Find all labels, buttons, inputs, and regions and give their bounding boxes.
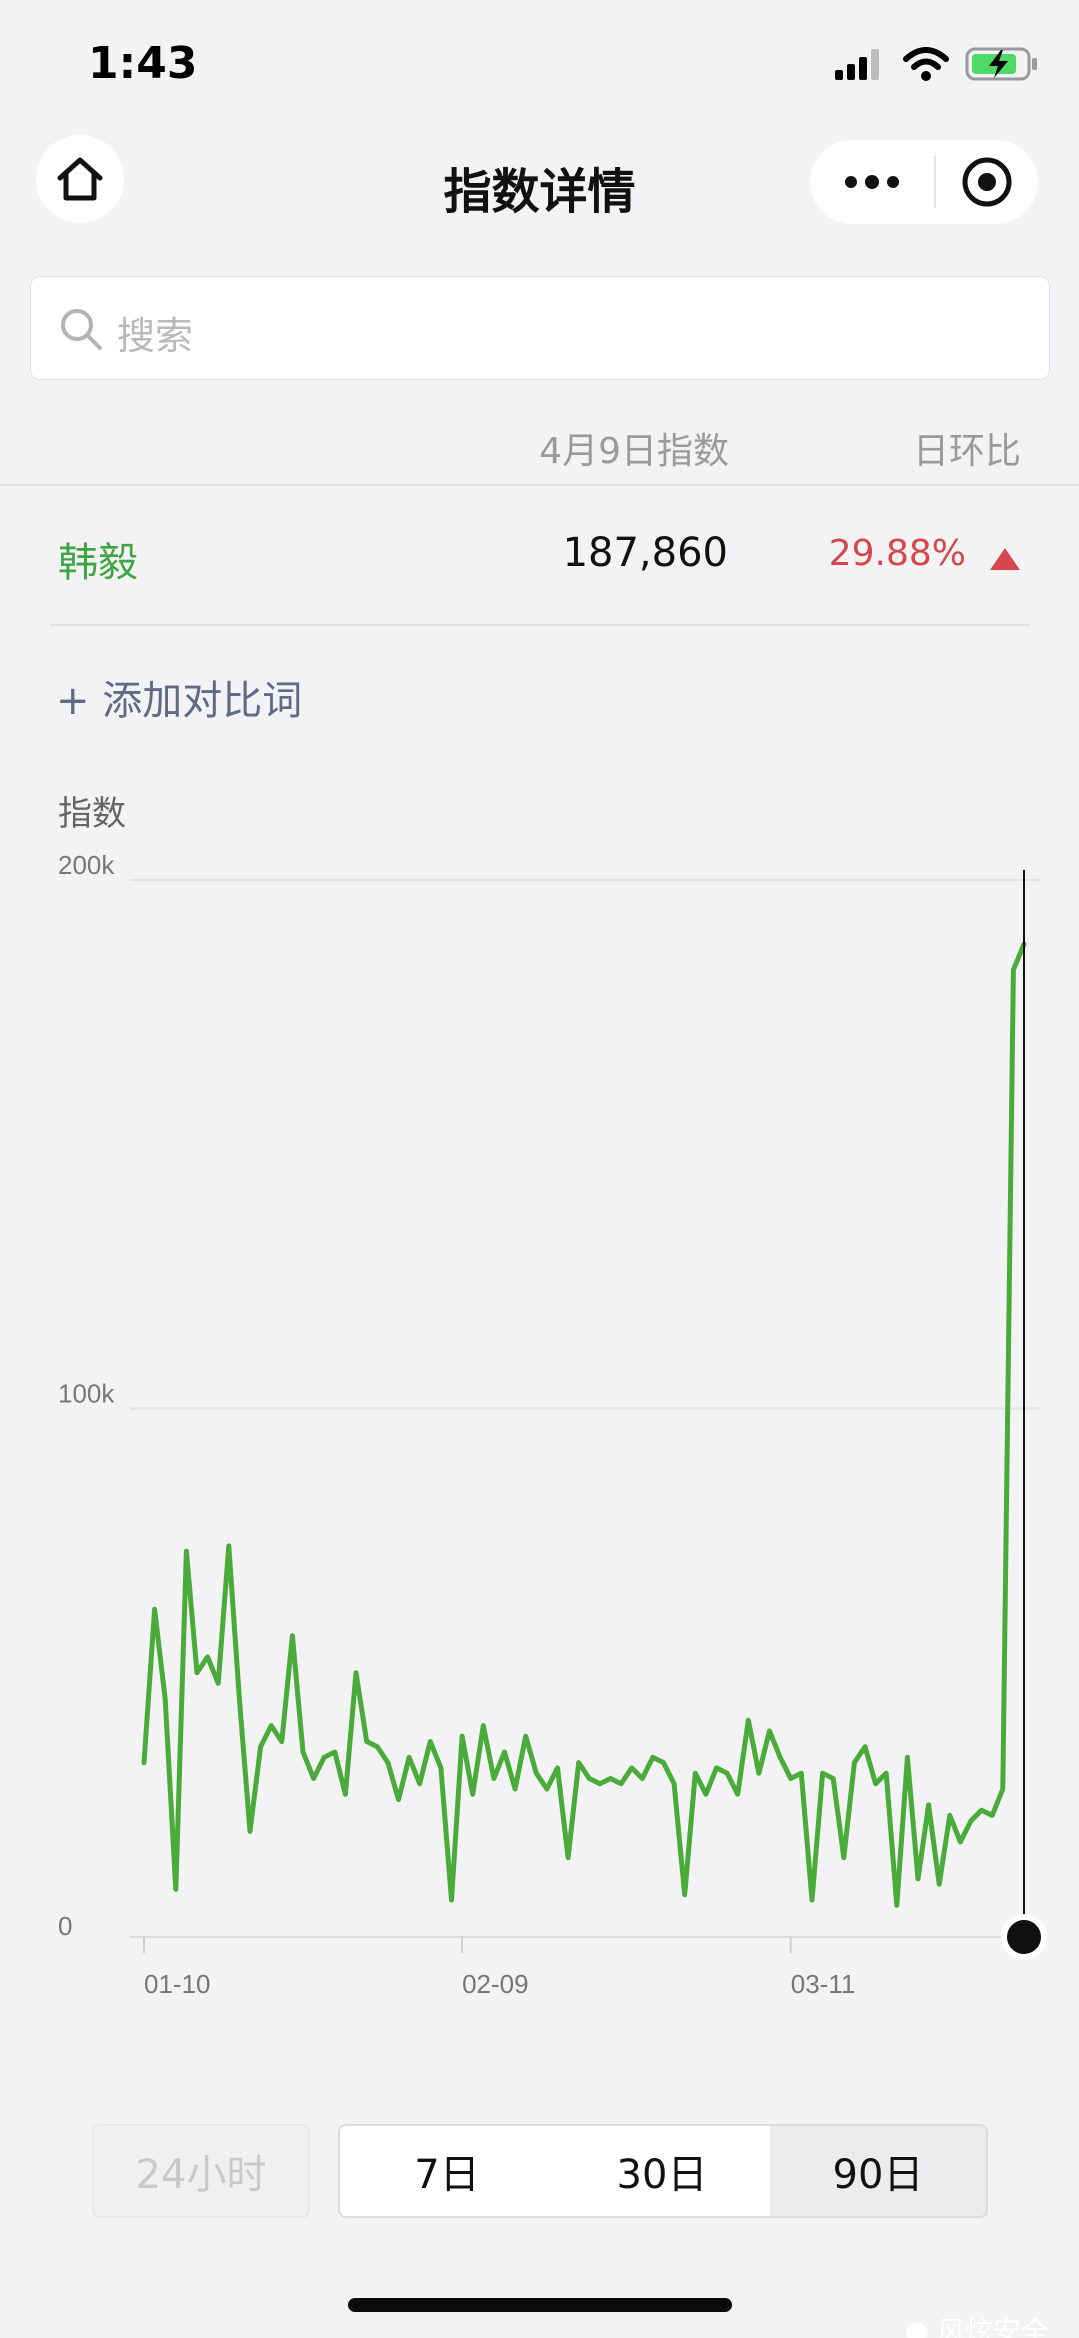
wifi-icon [903, 47, 949, 81]
tab-7d[interactable]: 7日 [338, 2124, 556, 2218]
close-mini-program-button[interactable] [936, 140, 1038, 224]
tab-90d[interactable]: 90日 [770, 2124, 988, 2218]
more-dot-icon [865, 175, 879, 189]
index-chart: 指数 0100k200k 01-1002-0903-1104-09 [0, 780, 1079, 2050]
y-tick-label: 100k [58, 1379, 115, 1409]
target-close-icon [962, 157, 1012, 207]
status-icons [835, 44, 1039, 84]
search-icon [61, 309, 102, 350]
x-tick-label: 01-10 [144, 1969, 211, 1999]
mini-program-capsule [810, 140, 1038, 224]
keyword-row[interactable]: 韩毅 187,860 29.88% [50, 488, 1030, 626]
nav-bar: 指数详情 [0, 130, 1079, 260]
keyword-label: 韩毅 [58, 540, 138, 586]
battery-charging-icon [965, 47, 1037, 81]
chart-svg: 指数 0100k200k 01-1002-0903-1104-09 [58, 795, 1047, 1999]
search-placeholder: 搜索 [117, 314, 194, 358]
y-tick-label: 200k [58, 850, 115, 880]
header-change-label: 日环比 [912, 431, 1021, 472]
chart-cursor-handle[interactable] [1001, 1914, 1047, 1960]
add-compare-word-button[interactable]: + 添加对比词 [56, 668, 302, 726]
index-value: 187,860 [562, 530, 728, 576]
day-change-value: 29.88% [828, 533, 966, 574]
x-tick-label: 03-11 [791, 1969, 856, 1999]
tab-30d[interactable]: 30日 [554, 2124, 772, 2218]
home-indicator [348, 2298, 732, 2312]
wechat-logo-icon: ● [904, 2313, 929, 2338]
series-line [141, 941, 1027, 1908]
x-tick-label: 02-09 [462, 1969, 528, 1999]
status-bar: 1:43 [0, 0, 1079, 130]
y-tick-labels: 0 100k 200k [58, 850, 115, 1941]
more-dot-icon [845, 176, 857, 188]
up-arrow-icon [990, 548, 1020, 570]
table-header: 4月9日指数 日环比 [0, 380, 1079, 486]
more-button[interactable] [810, 140, 934, 224]
status-time: 1:43 [88, 38, 198, 89]
tab-24h[interactable]: 24小时 [92, 2124, 310, 2218]
y-tick-label: 0 [58, 1911, 72, 1941]
header-index-label: 4月9日指数 [539, 431, 729, 472]
y-axis-label: 指数 [58, 795, 126, 833]
watermark-text: 风炫安全 [936, 2315, 1049, 2338]
range-tabs: 24小时 7日 30日 90日 [92, 2124, 988, 2218]
search-input[interactable]: 搜索 [30, 276, 1050, 380]
watermark: ● 风炫安全 [905, 2310, 1049, 2338]
more-dot-icon [887, 176, 899, 188]
cellular-signal-icon [835, 49, 879, 80]
x-tick-labels: 01-1002-0903-1104-09 [143, 1937, 856, 1999]
